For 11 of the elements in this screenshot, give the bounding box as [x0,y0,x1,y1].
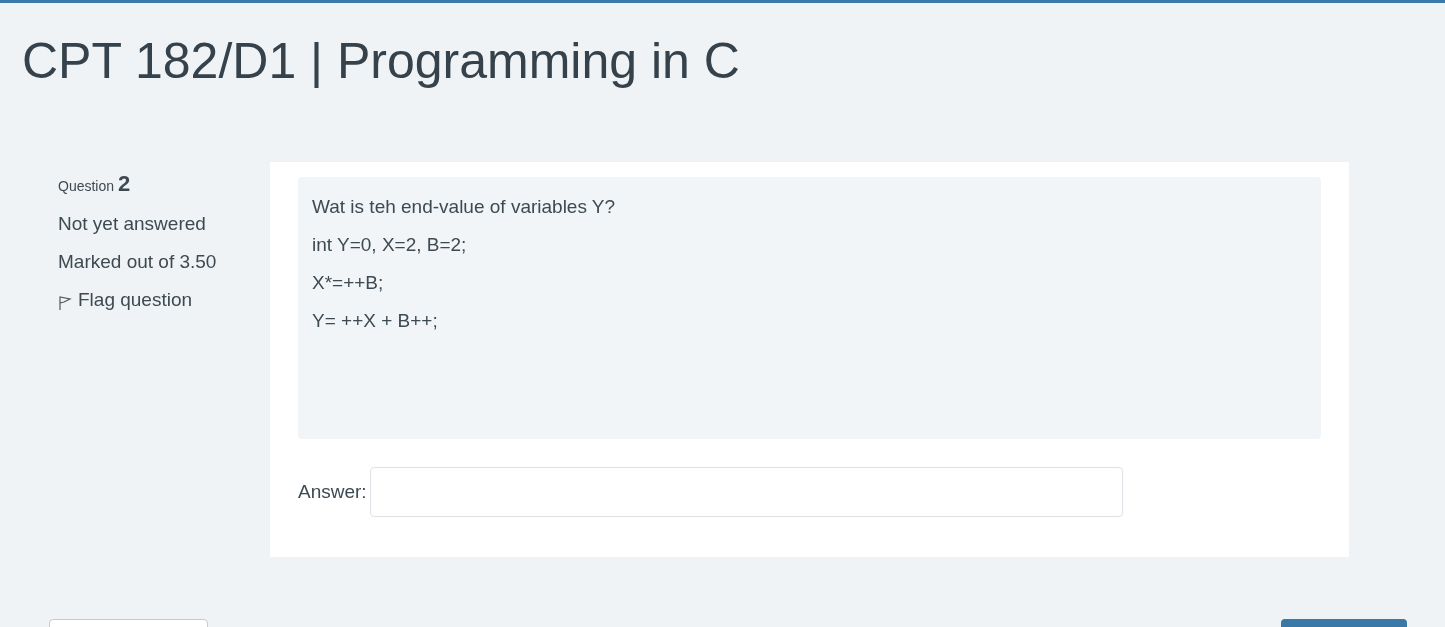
question-text-line: Wat is teh end-value of variables Y? [312,195,617,219]
question-text-line: Y= ++X + B++; [312,309,439,333]
flag-question-link[interactable]: Flag question [58,288,270,312]
answer-label: Answer: [298,479,367,504]
question-text-line: int Y=0, X=2, B=2; [312,233,468,257]
question-number: Question 2 [58,172,132,198]
answer-field[interactable] [369,467,1123,517]
question-marks: Marked out of 3.50 [58,250,218,274]
question-state: Not yet answered [58,212,207,236]
page-title: CPT 182/D1 | Programming in C [22,32,741,91]
question-text-line: X*=++B; [312,271,385,295]
